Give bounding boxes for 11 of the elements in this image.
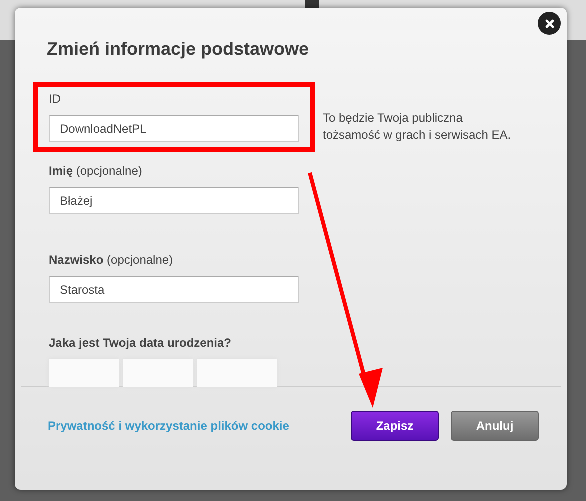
field-label: Imię (opcjonalne)	[49, 164, 144, 178]
dialog-title: Zmień informacje podstawowe	[46, 38, 310, 60]
input-field[interactable]: DownloadNetPL	[49, 115, 299, 142]
input-field[interactable]: Starosta	[49, 276, 299, 303]
input-field[interactable]: Błażej	[49, 187, 299, 214]
field-label: Jaka jest Twoja data urodzenia?	[49, 336, 232, 350]
cancel-button[interactable]: Anuluj	[451, 411, 539, 441]
field-label: ID	[49, 92, 62, 106]
field-label: Nazwisko (opcjonalne)	[49, 253, 174, 267]
hint-text: To będzie Twoja publiczna tożsamość w grach i serwisach EA.	[323, 110, 512, 144]
save-button[interactable]: Zapisz	[351, 411, 439, 441]
